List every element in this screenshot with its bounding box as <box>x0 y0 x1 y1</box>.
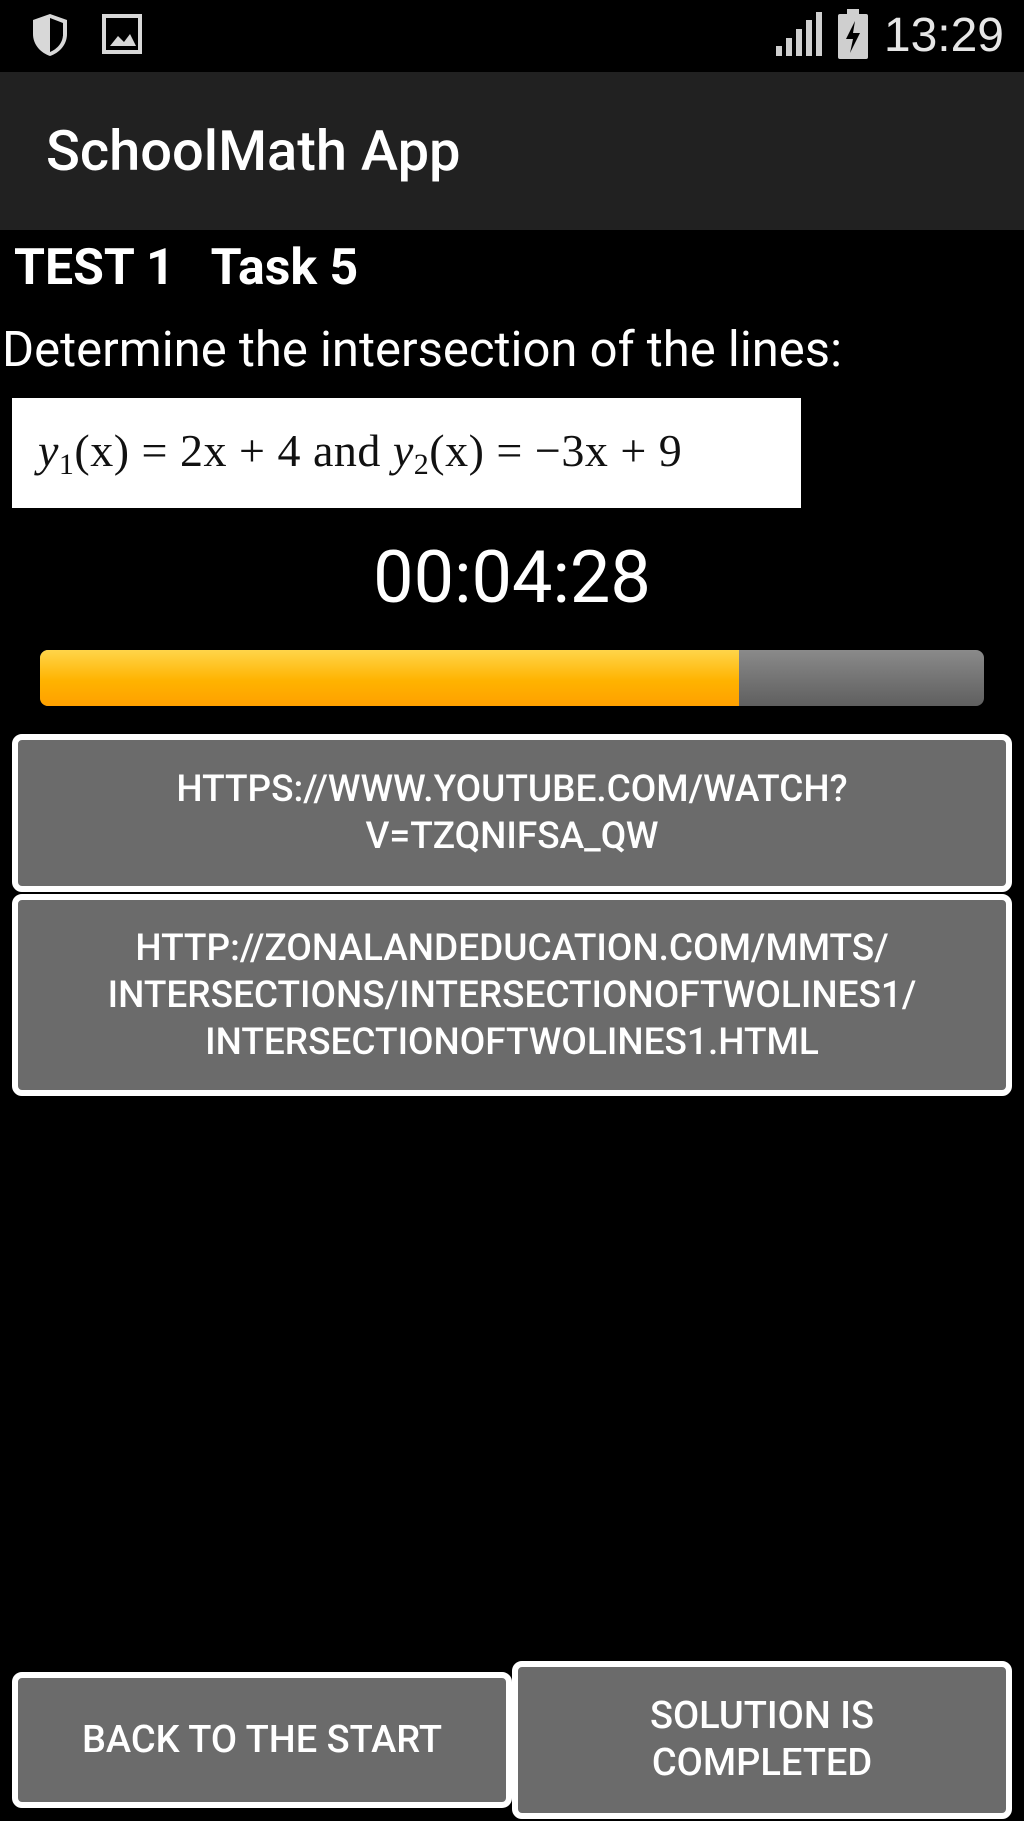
app-bar: SchoolMath App <box>0 72 1024 230</box>
back-to-start-label: BACK TO THE START <box>81 1717 443 1762</box>
timer: 00:04:28 <box>0 538 1024 618</box>
image-icon <box>102 12 142 62</box>
status-bar: 13:29 <box>0 0 1024 72</box>
zonaland-link-button[interactable]: HTTP://ZONALANDEDUCATION.COM/MMTS/ INTER… <box>12 894 1012 1096</box>
formula-conjunction: and <box>312 425 381 476</box>
solution-completed-label: SOLUTION IS COMPLETED <box>649 1694 875 1785</box>
test-task-header: TEST 1 Task 5 <box>14 239 359 297</box>
formula-image: y1(x) = 2x + 4 and y2(x) = −3x + 9 <box>12 398 801 508</box>
status-right-icons: 13:29 <box>775 8 1004 64</box>
clock: 13:29 <box>883 9 1004 62</box>
formula-y1-sub: 1 <box>58 448 75 481</box>
formula-y2-label: y <box>392 425 414 476</box>
solution-completed-button[interactable]: SOLUTION IS COMPLETED <box>512 1661 1012 1819</box>
formula-y2-expr: (x) = −3x + 9 <box>429 425 683 476</box>
zonaland-link-label: HTTP://ZONALANDEDUCATION.COM/MMTS/ INTER… <box>107 926 917 1064</box>
formula-y2-sub: 2 <box>413 448 430 481</box>
back-to-start-button[interactable]: BACK TO THE START <box>12 1672 512 1808</box>
task-prompt: Determine the intersection of the lines: <box>2 321 842 378</box>
timer-value: 00:04:28 <box>373 535 651 620</box>
time-progress-bar <box>40 650 984 706</box>
youtube-link-label: HTTPS://WWW.YOUTUBE.COM/WATCH? V=TZQNIFS… <box>176 768 848 858</box>
formula-y1-label: y <box>38 425 59 476</box>
battery-charging-icon <box>837 9 868 63</box>
shield-icon <box>30 12 70 62</box>
app-title: SchoolMath App <box>46 118 461 184</box>
status-left-icons <box>30 12 142 62</box>
signal-icon <box>775 12 822 60</box>
youtube-link-button[interactable]: HTTPS://WWW.YOUTUBE.COM/WATCH? V=TZQNIFS… <box>12 734 1012 892</box>
formula-text: y1(x) = 2x + 4 and y2(x) = −3x + 9 <box>12 424 682 482</box>
time-progress-fill <box>40 650 739 706</box>
formula-y1-expr: (x) = 2x + 4 <box>74 425 301 476</box>
